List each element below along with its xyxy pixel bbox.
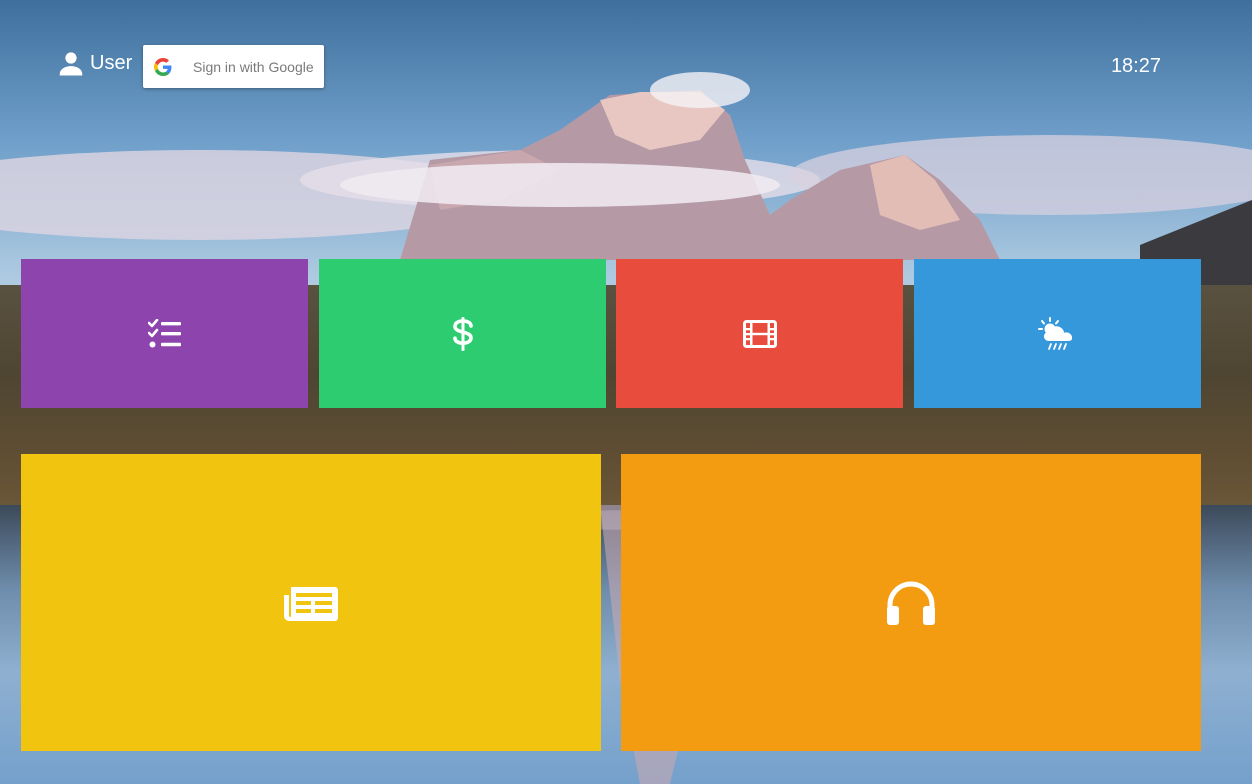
tile-music[interactable]	[621, 454, 1201, 751]
tile-weather[interactable]	[914, 259, 1201, 408]
google-logo-icon	[154, 57, 172, 76]
dollar-icon	[452, 316, 473, 351]
user-label: User	[90, 51, 133, 74]
newspaper-icon	[284, 586, 338, 621]
google-sign-in-button[interactable]: Sign in with Google	[143, 45, 324, 88]
checklist-icon	[147, 318, 181, 347]
tile-todo[interactable]	[21, 259, 308, 408]
tile-finance[interactable]	[319, 259, 606, 408]
user-profile[interactable]: User	[56, 48, 132, 78]
film-icon	[742, 319, 777, 348]
tile-news[interactable]	[21, 454, 601, 751]
clock: 18:27	[1110, 55, 1161, 77]
weather-icon	[1037, 316, 1072, 350]
header-bar: User Sign in with Google 18:27	[0, 0, 1252, 110]
google-sign-in-label: Sign in with Google	[193, 58, 314, 75]
tile-movies[interactable]	[616, 259, 903, 408]
user-icon	[59, 52, 83, 76]
headphones-icon	[887, 581, 935, 625]
